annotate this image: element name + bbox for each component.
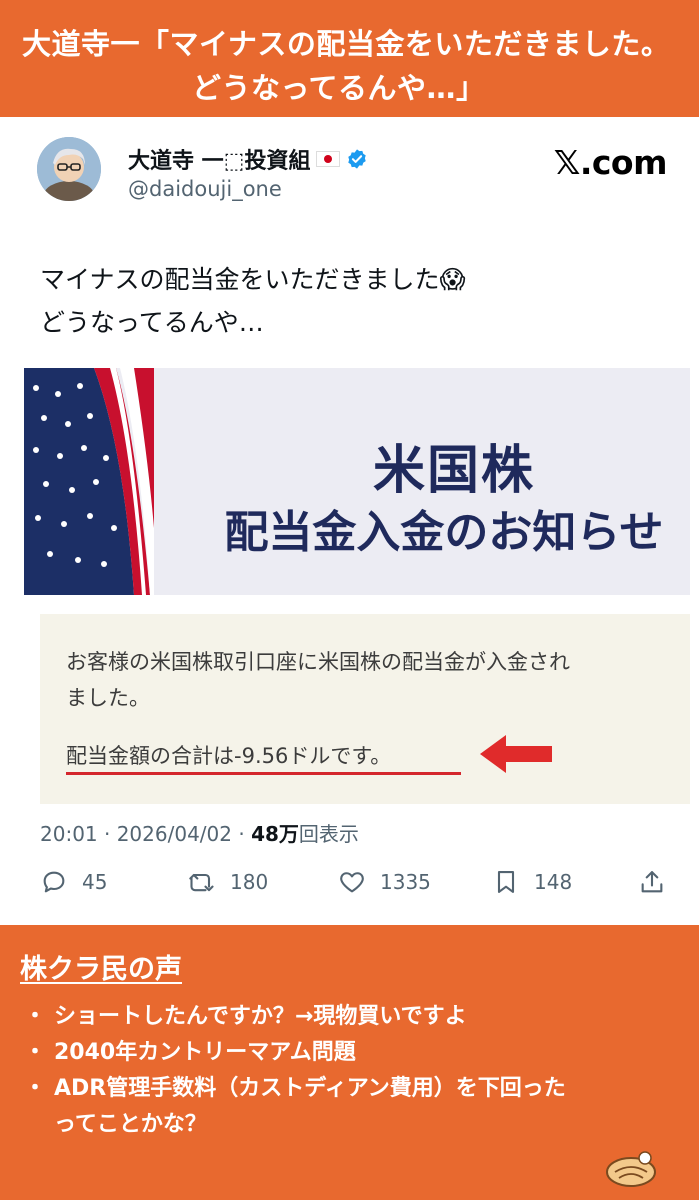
- detail-line-1: お客様の米国株取引口座に米国株の配当金が入金され: [66, 650, 570, 674]
- headline-line-1: 大道寺一「マイナスの配当金をいただきました。: [22, 27, 671, 61]
- tweet-body: マイナスの配当金をいただきました😱 どうなってるんや…: [40, 258, 466, 344]
- retweet-icon: [189, 873, 214, 892]
- like-button[interactable]: 1335: [338, 868, 431, 896]
- community-voices: 株クラ民の声 ショートしたんですか？→現物買いですよ 2040年カントリーマアム…: [0, 925, 699, 1200]
- view-label: 回表示: [298, 822, 359, 846]
- bookmark-count: 148: [534, 870, 573, 894]
- notice-title-dividend: 配当金入金のお知らせ: [224, 507, 664, 558]
- tweet-timestamp[interactable]: 20:01 · 2026/04/02 ·: [40, 822, 251, 846]
- share-button[interactable]: [638, 868, 666, 896]
- red-arrow-icon: [480, 735, 552, 773]
- notice-title-us-stock: 米国株: [372, 441, 535, 501]
- voice-item-continued: ってことかな？: [54, 1112, 207, 1137]
- headline-banner: 大道寺一「マイナスの配当金をいただきました。 どうなってるんや…」: [0, 0, 699, 117]
- detail-message: お客様の米国株取引口座に米国株の配当金が入金され ました。: [66, 644, 570, 716]
- tweet-actions: 45 180 1335 148: [40, 868, 670, 908]
- reply-count: 45: [82, 870, 108, 894]
- voices-title: 株クラ民の声: [20, 954, 182, 985]
- dividend-detail-box: お客様の米国株取引口座に米国株の配当金が入金され ました。 配当金額の合計は-9…: [40, 614, 690, 804]
- like-count: 1335: [380, 870, 431, 894]
- share-icon: [641, 871, 663, 893]
- author-name-row[interactable]: 大道寺 一⬚投資組: [128, 144, 368, 174]
- detail-line-2: ました。: [66, 686, 150, 710]
- voice-item: ショートしたんですか？→現物買いですよ: [20, 999, 679, 1035]
- headline-line-2: どうなってるんや…」: [192, 71, 486, 105]
- dividend-amount-text: 配当金額の合計は-9.56ドルです。: [66, 744, 392, 768]
- display-name[interactable]: 大道寺 一⬚投資組: [128, 143, 310, 175]
- verified-badge-icon: [348, 149, 367, 169]
- voice-item: ADR管理手数料（カストディアン費用）を下回った: [20, 1071, 679, 1107]
- avatar-illustration-icon: [37, 137, 101, 201]
- tweet-text-line-2: どうなってるんや…: [40, 308, 264, 337]
- bookmark-button[interactable]: 148: [492, 868, 572, 896]
- author-handle[interactable]: @daidouji_one: [128, 177, 282, 201]
- reply-icon: [43, 871, 65, 893]
- view-count: 48万: [251, 822, 299, 846]
- tweet-meta: 20:01 · 2026/04/02 · 48万回表示: [40, 818, 359, 847]
- bookmark-icon: [497, 871, 515, 893]
- amount-underline: [66, 772, 461, 775]
- voices-list: ショートしたんですか？→現物買いですよ 2040年カントリーマアム問題 ADR管…: [20, 999, 679, 1143]
- heart-icon: [340, 872, 364, 893]
- retweet-button[interactable]: 180: [188, 868, 268, 896]
- us-flag-icon: [24, 368, 154, 595]
- voice-item: 2040年カントリーマアム問題: [20, 1035, 679, 1071]
- attached-notice-image[interactable]: 米国株 配当金入金のお知らせ: [24, 368, 690, 595]
- japan-flag-icon: [316, 151, 341, 167]
- reply-button[interactable]: 45: [40, 868, 107, 896]
- retweet-count: 180: [230, 870, 269, 894]
- avatar[interactable]: [37, 137, 101, 201]
- tweet-text-line-1: マイナスの配当金をいただきました😱: [40, 265, 466, 294]
- mascot-icon: [606, 1151, 656, 1187]
- x-com-logo: 𝕏.com: [553, 143, 668, 182]
